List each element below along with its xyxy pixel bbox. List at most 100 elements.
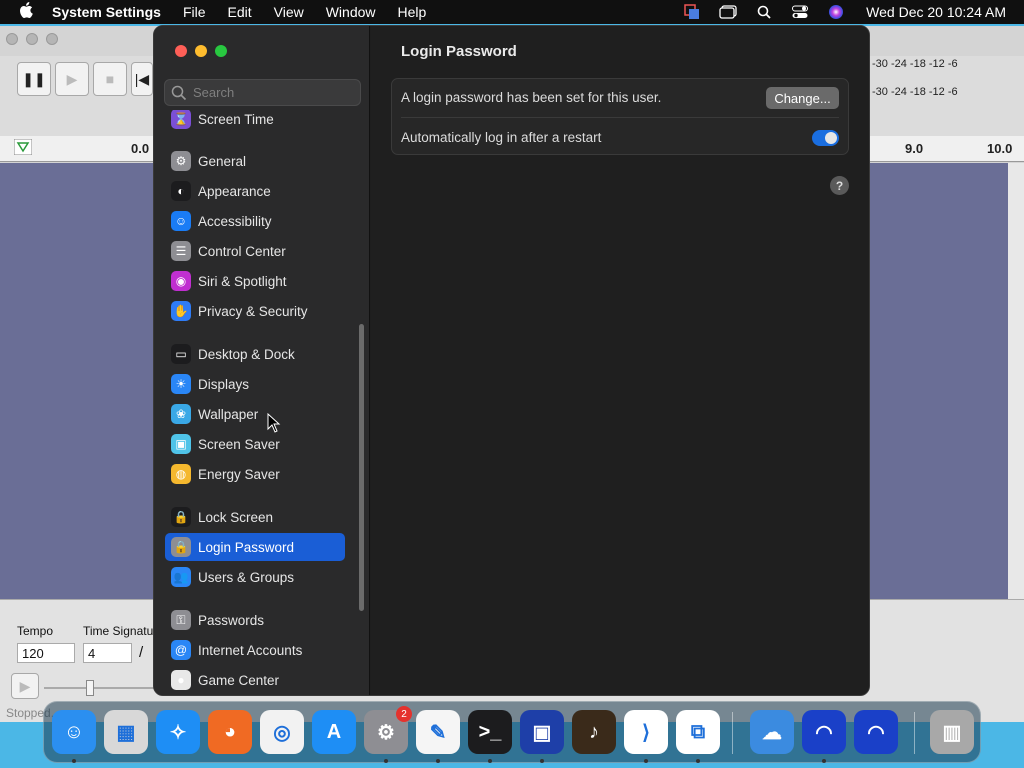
dock-garageband-icon[interactable]: ♪ [572,710,616,754]
appearance-icon: ◐ [171,181,191,201]
skip-start-button[interactable]: |◀ [131,62,153,96]
sidebar-item-screen-saver[interactable]: ▣ Screen Saver [165,430,345,458]
control-center-icon[interactable] [789,3,811,21]
menu-window[interactable]: Window [315,4,387,20]
change-password-button[interactable]: Change... [766,87,839,109]
siri-icon[interactable] [825,3,847,21]
play-button[interactable]: ▶ [55,62,89,96]
running-indicator [436,759,440,763]
sidebar-item-label: Users & Groups [198,569,295,585]
sidebar-item-label: Energy Saver [198,466,280,482]
ruler-tick-10: 10.0 [987,141,1013,156]
dock-weather-icon[interactable]: ☁ [750,710,794,754]
sidebar-item-general[interactable]: ⚙ General [165,147,345,175]
ruler-tick-0: 0.0 [131,141,150,156]
play-at-speed-button[interactable]: ▶ [11,673,39,699]
flower-icon: ❀ [171,404,191,424]
dock-terminal-icon[interactable]: >_ [468,710,512,754]
dock-audacity-2-icon[interactable]: ◠ [854,710,898,754]
gear-icon: ⚙ [171,151,191,171]
sidebar-item-passwords[interactable]: ⚿ Passwords [165,606,345,634]
dock-app-store-icon[interactable]: A [312,710,356,754]
menu-help[interactable]: Help [387,4,438,20]
timeline-marker-icon[interactable] [13,138,33,158]
sidebar-item-users-groups[interactable]: 👥 Users & Groups [165,563,345,591]
background-window-controls [6,33,58,45]
siri-icon: ◉ [171,271,191,291]
window-icon[interactable] [717,3,739,21]
dock-launchpad-icon[interactable]: ▦ [104,710,148,754]
help-button[interactable]: ? [830,176,849,195]
dock-screens-icon[interactable]: ▣ [520,710,564,754]
menu-view[interactable]: View [263,4,315,20]
sidebar-item-energy-saver[interactable]: ◍ Energy Saver [165,460,345,488]
running-indicator [696,759,700,763]
time-signature-field[interactable]: 4 [83,643,132,663]
sidebar-item-appearance[interactable]: ◐ Appearance [165,177,345,205]
menu-edit[interactable]: Edit [217,4,263,20]
auto-login-label: Automatically log in after a restart [401,130,602,145]
sidebar-item-accessibility[interactable]: ☺ Accessibility [165,207,345,235]
sidebar-item-lock-screen[interactable]: 🔒 Lock Screen [165,503,345,531]
tempo-field[interactable]: 120 [17,643,75,663]
page-title: Login Password [401,43,517,60]
menu-app-name[interactable]: System Settings [52,4,172,20]
sidebar-item-screen-time[interactable]: ⌛ Screen Time [165,110,345,133]
sidebar-item-label: Displays [198,376,250,392]
sidebar-item-label: Login Password [198,539,295,555]
notification-badge: 2 [396,706,412,722]
minimize-button[interactable] [195,45,207,57]
apple-menu-icon[interactable] [0,2,52,22]
sidebar-item-label: Appearance [198,183,271,199]
search-icon[interactable] [753,3,775,21]
zoom-button[interactable] [215,45,227,57]
menu-file[interactable]: File [172,4,217,20]
dock-audacity-icon[interactable]: ◠ [802,710,846,754]
sidebar-item-label: Control Center [198,243,286,259]
close-button[interactable] [175,45,187,57]
sidebar-item-label: General [198,153,247,169]
playback-speed-thumb[interactable] [86,680,94,696]
tempo-label: Tempo [17,624,54,638]
sidebar-item-desktop-dock[interactable]: ▭ Desktop & Dock [165,340,345,368]
playback-speed-slider[interactable] [44,687,154,689]
search-input[interactable] [193,85,353,100]
dock-system-settings-icon[interactable]: ⚙ 2 [364,706,412,754]
running-indicator [822,759,826,763]
playback-meter: -30 -24 -18 -12 -6 [872,58,958,70]
auto-login-toggle[interactable] [812,130,839,146]
dock-finder-icon[interactable]: ☺ [52,710,96,754]
sidebar-scrollbar[interactable] [359,324,364,611]
sidebar-item-login-password[interactable]: 🔒 Login Password [165,533,345,561]
dock-textedit-icon[interactable]: ✎ [416,710,460,754]
at-icon: @ [171,640,191,660]
menu-clock[interactable]: Wed Dec 20 10:24 AM [866,4,1006,20]
dock-safari-icon[interactable]: ✧ [156,710,200,754]
screen-mirror-icon[interactable] [681,3,703,21]
sidebar-item-internet-accounts[interactable]: @ Internet Accounts [165,636,345,664]
pause-button[interactable]: ❚❚ [17,62,51,96]
dock-chrome-icon[interactable]: ◎ [260,710,304,754]
sidebar-item-label: Wallpaper [198,406,259,422]
time-signature-slash: / [139,644,144,661]
dock-screen-sharing-icon[interactable]: ⧉ [676,710,720,754]
running-indicator [384,759,388,763]
dock-firefox-icon[interactable]: ◕ [208,710,252,754]
hourglass-icon: ⌛ [171,110,191,129]
menu-bar: System Settings File Edit View Window He… [0,0,1024,24]
sidebar-item-siri-spotlight[interactable]: ◉ Siri & Spotlight [165,267,345,295]
sidebar-item-wallpaper[interactable]: ❀ Wallpaper [165,400,345,428]
dock-trash-icon[interactable]: ▥ [930,710,974,754]
sidebar-item-privacy-security[interactable]: ✋ Privacy & Security [165,297,345,325]
sidebar-item-displays[interactable]: ☀ Displays [165,370,345,398]
sidebar-item-label: Lock Screen [198,509,274,525]
stop-button[interactable]: ■ [93,62,127,96]
sidebar-item-control-center[interactable]: ☰ Control Center [165,237,345,265]
dock-vs-code-icon[interactable]: ⟩ [624,710,668,754]
game-center-icon: ● [171,670,191,690]
sidebar-item-game-center[interactable]: ● Game Center [165,666,345,694]
track-scrollbar[interactable] [1008,163,1024,599]
accessibility-icon: ☺ [171,211,191,231]
running-indicator [488,759,492,763]
search-field[interactable] [164,79,361,106]
